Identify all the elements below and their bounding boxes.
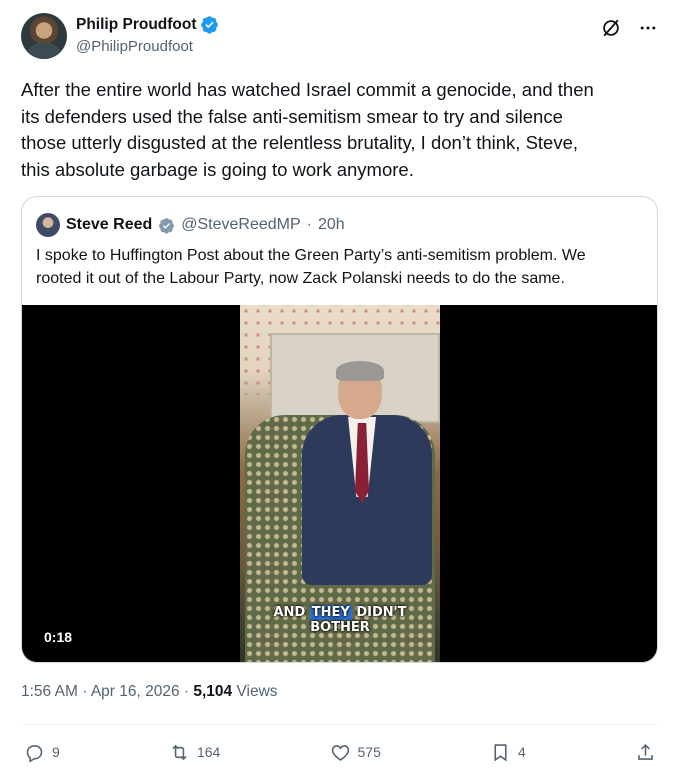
reply-count: 9: [52, 744, 60, 760]
video-duration: 0:18: [44, 629, 73, 645]
author-info: Philip Proudfoot @PhilipProudfoot: [76, 15, 219, 55]
like-button[interactable]: 575: [330, 742, 381, 763]
reply-icon: [26, 744, 43, 763]
views-label: Views: [236, 683, 278, 700]
caption-line2: BOTHER: [310, 620, 370, 635]
repost-count: 164: [196, 744, 221, 760]
tweet-date[interactable]: Apr 16, 2026: [91, 683, 180, 700]
quoted-display-name[interactable]: Steve Reed: [66, 216, 152, 234]
video-frame: AND THEY DIDN'T BOTHER: [240, 305, 440, 662]
grok-icon[interactable]: [600, 17, 622, 39]
quoted-avatar[interactable]: [36, 213, 60, 237]
divider: [21, 724, 658, 725]
more-options-icon[interactable]: [638, 18, 658, 38]
speaker-figure: [292, 361, 432, 605]
repost-icon: [172, 744, 187, 760]
header-actions: [600, 17, 658, 39]
quoted-handle[interactable]: @SteveReedMP: [181, 216, 300, 234]
reply-button[interactable]: 9: [24, 742, 60, 763]
bookmark-button[interactable]: 4: [490, 742, 526, 763]
caption-highlight: THEY: [309, 605, 352, 620]
tweet-text: After the entire world has watched Israe…: [21, 79, 594, 180]
tweet-meta: 1:56 AM · Apr 16, 2026 · 5,104 Views: [21, 683, 278, 701]
quoted-header: Steve Reed @SteveReedMP · 20h: [36, 213, 345, 237]
video-caption: AND THEY DIDN'T BOTHER: [240, 605, 440, 635]
tweet-time[interactable]: 1:56 AM: [21, 683, 78, 700]
caption-pre: AND: [273, 605, 310, 620]
caption-post: DIDN'T: [351, 605, 407, 620]
tweet-header: Philip Proudfoot @PhilipProudfoot: [21, 13, 658, 59]
bookmark-count: 4: [518, 744, 526, 760]
quoted-separator: ·: [306, 216, 312, 233]
share-icon: [638, 743, 653, 760]
quoted-tweet[interactable]: Steve Reed @SteveReedMP · 20h I spoke to…: [21, 196, 658, 663]
hair: [336, 361, 384, 381]
share-button[interactable]: [635, 742, 656, 763]
action-bar: 9 164 575 4: [24, 738, 656, 766]
bookmark-icon: [494, 743, 507, 761]
quoted-time[interactable]: 20h: [318, 216, 345, 234]
heart-icon: [331, 744, 349, 761]
quoted-text: I spoke to Huffington Post about the Gre…: [36, 247, 586, 287]
views-count: 5,104: [193, 683, 233, 700]
author-display-name[interactable]: Philip Proudfoot: [76, 16, 197, 34]
author-name-row[interactable]: Philip Proudfoot: [76, 15, 219, 34]
author-avatar[interactable]: [21, 13, 67, 59]
government-badge-icon: [159, 217, 175, 234]
author-handle[interactable]: @PhilipProudfoot: [76, 38, 219, 55]
like-count: 575: [357, 744, 381, 760]
repost-button[interactable]: 164: [169, 742, 220, 763]
video-player[interactable]: AND THEY DIDN'T BOTHER 0:18: [22, 305, 657, 662]
verified-badge-icon: [200, 16, 218, 34]
meta-separator-2: ·: [183, 683, 190, 700]
meta-separator-1: ·: [82, 683, 88, 700]
